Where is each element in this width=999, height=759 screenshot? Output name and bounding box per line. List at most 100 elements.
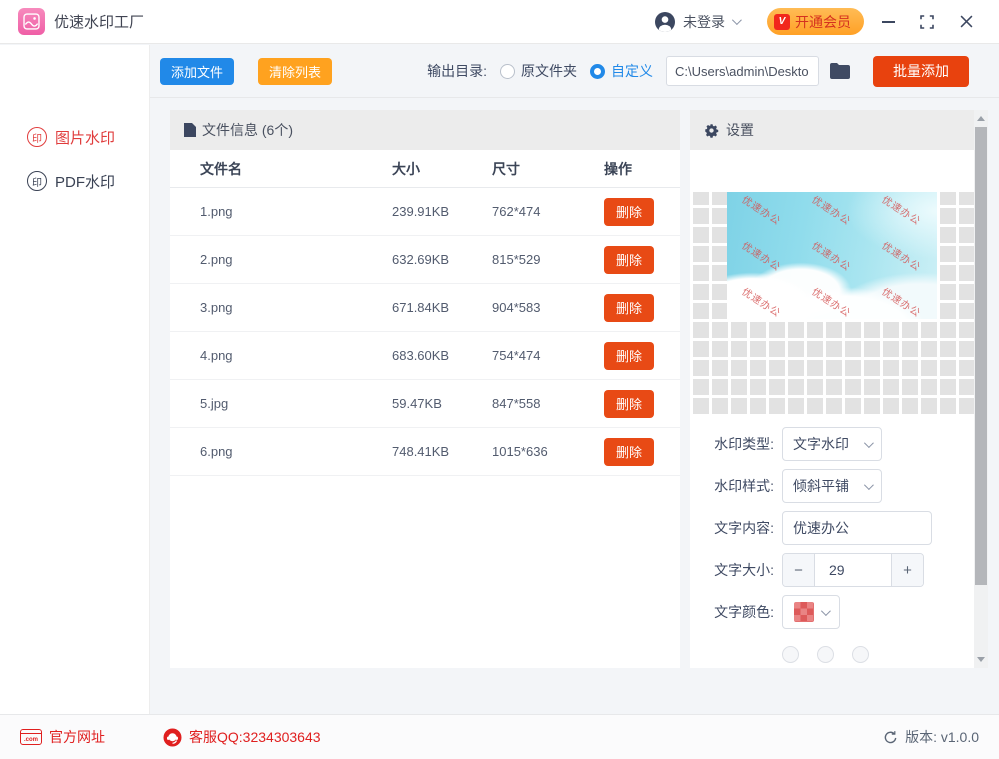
color-swatch: [794, 602, 814, 622]
customer-service-icon: [163, 728, 182, 747]
official-website-link[interactable]: .com 官方网址: [20, 727, 105, 747]
text-color-picker[interactable]: [782, 595, 840, 629]
delete-button[interactable]: 删除: [604, 438, 654, 466]
app-logo-icon: [18, 8, 45, 35]
delete-button[interactable]: 删除: [604, 390, 654, 418]
chevron-down-icon: [732, 15, 742, 25]
website-icon: .com: [20, 729, 42, 745]
customer-service-qq[interactable]: 客服QQ:3234303643: [163, 727, 321, 747]
cell-size: 671.84KB: [392, 300, 492, 315]
file-panel-title: 文件信息 (6个): [202, 120, 293, 140]
vip-icon: V: [774, 14, 790, 30]
watermark-text: 优速办公: [879, 192, 924, 227]
cell-dimensions: 815*529: [492, 252, 604, 267]
sidebar-item-label: 图片水印: [55, 127, 115, 148]
position-radio-row: [782, 646, 869, 663]
sidebar-item-image-watermark[interactable]: 印 图片水印: [0, 115, 149, 159]
column-size: 大小: [392, 159, 492, 179]
settings-header: 设置: [690, 110, 974, 150]
position-radio[interactable]: [852, 646, 869, 663]
maximize-icon: [920, 15, 934, 29]
title-bar: 优速水印工厂 未登录 V 开通会员: [0, 0, 999, 44]
file-table-body: 1.png 239.91KB 762*474 删除 2.png 632.69KB…: [170, 188, 680, 476]
file-panel-header: 文件信息 (6个): [170, 110, 680, 150]
scrollbar-thumb[interactable]: [975, 127, 987, 585]
delete-button[interactable]: 删除: [604, 342, 654, 370]
footer: .com 官方网址 客服QQ:3234303643 版本: v1.0.0: [0, 714, 999, 759]
maximize-button[interactable]: [912, 7, 942, 37]
cell-filename: 4.png: [200, 348, 392, 363]
watermark-style-label: 水印样式:: [690, 476, 774, 496]
app-title: 优速水印工厂: [54, 11, 144, 32]
column-action: 操作: [604, 159, 680, 179]
gear-icon: [704, 123, 719, 138]
table-row: 1.png 239.91KB 762*474 删除: [170, 188, 680, 236]
watermark-style-select[interactable]: 倾斜平铺: [782, 469, 882, 503]
sidebar: 印 图片水印 印 PDF水印: [0, 45, 150, 714]
watermark-text: 优速办公: [879, 237, 924, 274]
watermark-text: 优速办公: [879, 284, 924, 319]
login-status: 未登录: [683, 12, 725, 32]
watermark-overlay: 优速办公 优速办公 优速办公 优速办公 优速办公 优速办公 优速办公 优速办公 …: [727, 192, 937, 319]
decrease-button[interactable]: −: [783, 554, 815, 586]
stamp-icon: 印: [27, 171, 47, 191]
table-row: 3.png 671.84KB 904*583 删除: [170, 284, 680, 332]
output-path-input[interactable]: [666, 56, 819, 86]
minimize-button[interactable]: [873, 7, 903, 37]
radio-unselected-icon: [500, 64, 515, 79]
browse-folder-button[interactable]: [830, 63, 850, 79]
cell-dimensions: 1015*636: [492, 444, 604, 459]
clear-list-button[interactable]: 清除列表: [258, 58, 332, 85]
cell-size: 748.41KB: [392, 444, 492, 459]
cell-filename: 2.png: [200, 252, 392, 267]
text-size-input[interactable]: [815, 554, 891, 586]
folder-icon: [830, 63, 850, 79]
cell-dimensions: 847*558: [492, 396, 604, 411]
delete-button[interactable]: 删除: [604, 198, 654, 226]
table-row: 2.png 632.69KB 815*529 删除: [170, 236, 680, 284]
vip-button-label: 开通会员: [795, 12, 851, 32]
watermark-text: 优速办公: [809, 284, 854, 319]
close-button[interactable]: [951, 7, 981, 37]
settings-panel: 设置 优速办公 优速办公 优速办公 优速办公 优速办公 优速办公 优速办公 优速…: [690, 110, 988, 668]
official-website-label: 官方网址: [49, 727, 105, 747]
column-dimensions: 尺寸: [492, 159, 604, 179]
text-size-label: 文字大小:: [690, 560, 774, 580]
chevron-down-icon: [864, 438, 874, 448]
delete-button[interactable]: 删除: [604, 294, 654, 322]
increase-button[interactable]: +: [891, 554, 923, 586]
close-icon: [960, 15, 973, 28]
watermark-type-label: 水印类型:: [690, 434, 774, 454]
output-dir-label: 输出目录:: [427, 61, 487, 81]
table-header-row: 文件名 大小 尺寸 操作: [170, 150, 680, 188]
sidebar-item-label: PDF水印: [55, 171, 115, 192]
user-icon: [654, 11, 676, 33]
radio-custom-folder[interactable]: 自定义: [590, 61, 653, 81]
cell-filename: 1.png: [200, 204, 392, 219]
batch-add-button[interactable]: 批量添加: [873, 56, 969, 87]
chevron-down-icon: [864, 480, 874, 490]
login-menu[interactable]: 未登录: [654, 11, 739, 33]
sidebar-item-pdf-watermark[interactable]: 印 PDF水印: [0, 159, 149, 203]
watermark-type-select[interactable]: 文字水印: [782, 427, 882, 461]
scroll-up-icon[interactable]: [977, 116, 985, 121]
settings-title: 设置: [726, 120, 754, 140]
cell-dimensions: 762*474: [492, 204, 604, 219]
settings-form: 水印类型: 文字水印 水印样式: 倾斜平铺 文字内容: 文字大小: − +: [690, 417, 988, 668]
cell-filename: 6.png: [200, 444, 392, 459]
stamp-icon: 印: [27, 127, 47, 147]
delete-button[interactable]: 删除: [604, 246, 654, 274]
minimize-icon: [882, 21, 895, 23]
cell-size: 239.91KB: [392, 204, 492, 219]
cell-filename: 5.jpg: [200, 396, 392, 411]
vip-button[interactable]: V 开通会员: [767, 8, 864, 35]
watermark-text: 优速办公: [739, 284, 784, 319]
add-files-button[interactable]: 添加文件: [160, 58, 234, 85]
radio-original-folder[interactable]: 原文件夹: [500, 61, 577, 81]
settings-scrollbar[interactable]: [974, 110, 988, 668]
position-radio[interactable]: [817, 646, 834, 663]
text-content-input[interactable]: [782, 511, 932, 545]
scroll-down-icon[interactable]: [977, 657, 985, 662]
position-radio[interactable]: [782, 646, 799, 663]
table-row: 6.png 748.41KB 1015*636 删除: [170, 428, 680, 476]
